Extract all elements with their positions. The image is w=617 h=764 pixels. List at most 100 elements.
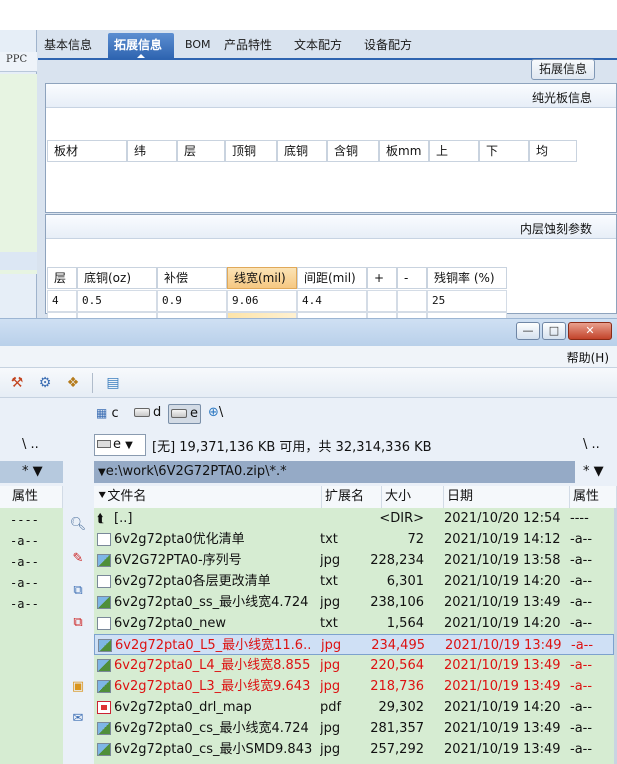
- etch-cell[interactable]: [397, 290, 427, 312]
- free-space-info: [无] 19,371,136 KB 可用，共 32,314,336 KB: [152, 440, 432, 455]
- multi-rename-icon[interactable]: ⚒: [8, 374, 26, 392]
- sync-dirs-icon[interactable]: ⚙: [36, 374, 54, 392]
- menu-help[interactable]: 帮助(H): [567, 349, 609, 366]
- chevron-down-icon: ▼: [98, 467, 106, 478]
- path-row: * ▼ ▼e:\work\6V2G72PTA0.zip\*.* * ▼: [0, 461, 617, 483]
- file-attr: -a--: [570, 721, 593, 736]
- left-pane-nav[interactable]: \ ..: [0, 432, 63, 458]
- etch-column-header[interactable]: 底铜(oz): [77, 267, 157, 289]
- parent-dir-icon: ⮬: [97, 511, 105, 525]
- bare-board-column-header[interactable]: 板mm: [379, 140, 429, 162]
- file-row[interactable]: 6v2g72pta0_new txt 1,564 2021/10/19 14:20 -a…: [94, 613, 614, 634]
- file-date: 2021/10/19 13:58: [444, 553, 561, 568]
- file-row[interactable]: 6v2g72pta0_cs_最小线宽4.724 jpg 281,357 2021/10…: [94, 718, 614, 739]
- tab-product-features[interactable]: 产品特性: [218, 33, 278, 59]
- title-bar[interactable]: — □ ✕: [0, 318, 617, 346]
- extended-info-button[interactable]: 拓展信息: [531, 59, 595, 80]
- etch-cell[interactable]: [367, 290, 397, 312]
- attr-column-header[interactable]: 属性: [570, 486, 617, 508]
- move-files-icon[interactable]: ⧉: [69, 614, 87, 632]
- text-file-icon: [97, 533, 111, 546]
- bare-board-column-header[interactable]: 下: [479, 140, 529, 162]
- file-row[interactable]: 6v2g72pta0各层更改清单 txt 6,301 2021/10/19 14:20…: [94, 571, 614, 592]
- file-list[interactable]: ⮬ [..] <DIR> 2021/10/20 12:54 ---- 6v2g72pta0…: [94, 508, 614, 764]
- toolbar: ⚒ ⚙ ❖ ▤: [0, 368, 617, 398]
- delete-files-icon[interactable]: ✉: [69, 710, 87, 728]
- left-attr-column-header[interactable]: 属性: [0, 486, 63, 508]
- etch-column-header[interactable]: 线宽(mil): [227, 267, 297, 289]
- tab-equipment-recipe[interactable]: 设备配方: [358, 33, 418, 59]
- tab-text-recipe[interactable]: 文本配方: [288, 33, 348, 59]
- etch-cell[interactable]: 0.5: [77, 290, 157, 312]
- etch-column-header[interactable]: +: [367, 267, 397, 289]
- etch-column-header[interactable]: -: [397, 267, 427, 289]
- bare-board-column-header[interactable]: 层: [177, 140, 225, 162]
- file-size: 234,495: [371, 638, 425, 653]
- left-list-selected-row[interactable]: [0, 252, 37, 270]
- copy-files-icon[interactable]: ⧉: [69, 582, 87, 600]
- notepad-icon[interactable]: ▤: [104, 374, 122, 392]
- file-row[interactable]: 6V2G72PTA0-序列号 jpg 228,234 2021/10/19 13:58…: [94, 550, 614, 571]
- pack-files-icon[interactable]: ❖: [64, 374, 82, 392]
- tab-bom[interactable]: BOM: [179, 33, 217, 59]
- file-row[interactable]: 6v2g72pta0_L4_最小线宽8.855 jpg 220,564 2021/10…: [94, 655, 614, 676]
- drive-selector[interactable]: e ▼: [94, 434, 146, 456]
- left-pane-attr: -a--: [10, 534, 39, 548]
- left-pane-filter[interactable]: * ▼: [0, 461, 63, 483]
- etch-cell[interactable]: 4: [47, 290, 77, 312]
- vertical-button-bar: 🔍︎ ✎ ⧉ ⧉ ▣ ✉: [63, 486, 94, 764]
- right-pane-filter[interactable]: * ▼: [575, 461, 617, 483]
- view-file-icon[interactable]: 🔍︎: [69, 516, 87, 534]
- etch-column-header[interactable]: 补偿: [157, 267, 227, 289]
- file-row[interactable]: 6v2g72pta0_L5_最小线宽11.6.. jpg 234,495 2021/1…: [94, 634, 614, 655]
- drive-c-button[interactable]: ▦ c: [96, 404, 119, 424]
- bare-board-column-header[interactable]: 板材: [47, 140, 127, 162]
- etch-column-header[interactable]: 残铜率 (%): [427, 267, 507, 289]
- file-row[interactable]: 6v2g72pta0_cs_最小SMD9.843 jpg 257,292 2021/1…: [94, 739, 614, 760]
- date-column-header[interactable]: 日期: [444, 486, 570, 508]
- bare-board-column-header[interactable]: 顶铜: [225, 140, 277, 162]
- tab-basic-info[interactable]: 基本信息: [38, 33, 98, 59]
- bare-board-column-header[interactable]: 含铜: [327, 140, 379, 162]
- ext-column-header[interactable]: 扩展名: [322, 486, 382, 508]
- file-name: 6v2g72pta0_cs_最小SMD9.843: [114, 742, 313, 757]
- maximize-button[interactable]: □: [542, 322, 566, 340]
- etch-column-header[interactable]: 间距(mil): [297, 267, 367, 289]
- etch-cell[interactable]: 25: [427, 290, 507, 312]
- etch-column-header[interactable]: 层: [47, 267, 77, 289]
- etch-cell[interactable]: 0.9: [157, 290, 227, 312]
- etch-cell[interactable]: 4.4: [297, 290, 367, 312]
- left-list-body[interactable]: [0, 74, 37, 274]
- current-path-bar[interactable]: ▼e:\work\6V2G72PTA0.zip\*.*: [94, 461, 575, 483]
- file-attr: -a--: [570, 532, 593, 547]
- right-pane-nav[interactable]: \ ..: [575, 432, 617, 458]
- name-column-header[interactable]: ⯆文件名: [94, 486, 322, 508]
- edit-file-icon[interactable]: ✎: [69, 550, 87, 568]
- new-folder-icon[interactable]: ▣: [69, 678, 87, 696]
- left-pane-attr: ----: [10, 513, 39, 527]
- network-drive-button[interactable]: ⊕\: [208, 404, 223, 424]
- drive-e-button[interactable]: e: [168, 404, 201, 424]
- file-row[interactable]: 6v2g72pta0_drl_map pdf 29,302 2021/10/19 14…: [94, 697, 614, 718]
- file-row[interactable]: ⮬ [..] <DIR> 2021/10/20 12:54 ----: [94, 508, 614, 529]
- file-row[interactable]: 6v2g72pta0_ss_最小线宽4.724 jpg 238,106 2021/10…: [94, 592, 614, 613]
- bare-board-column-header[interactable]: 上: [429, 140, 479, 162]
- minimize-button[interactable]: —: [516, 322, 540, 340]
- left-pane-attr: -a--: [10, 576, 39, 590]
- close-button[interactable]: ✕: [568, 322, 612, 340]
- current-path: e:\work\6V2G72PTA0.zip\*.*: [105, 464, 287, 479]
- bare-board-column-header[interactable]: 均: [529, 140, 577, 162]
- drive-icon: [97, 440, 111, 448]
- etch-cell[interactable]: 9.06: [227, 290, 297, 312]
- drive-d-button[interactable]: d: [134, 404, 161, 424]
- size-column-header[interactable]: 大小: [382, 486, 444, 508]
- file-manager-window: — □ ✕ 帮助(H) ⚒ ⚙ ❖ ▤ ▦ c d e ⊕\ \ .. e ▼ …: [0, 318, 617, 764]
- file-row[interactable]: 6v2g72pta0优化清单 txt 72 2021/10/19 14:12 -a--: [94, 529, 614, 550]
- chevron-down-icon: ▼: [125, 440, 133, 451]
- bare-board-column-header[interactable]: 纬: [127, 140, 177, 162]
- left-file-pane[interactable]: ---- -a-- -a-- -a-- -a--: [0, 508, 63, 764]
- drive-e-label: e: [190, 406, 198, 421]
- bare-board-column-header[interactable]: 底铜: [277, 140, 327, 162]
- file-size: 228,234: [370, 553, 424, 568]
- file-row[interactable]: 6v2g72pta0_L3_最小线宽9.643 jpg 218,736 2021/10…: [94, 676, 614, 697]
